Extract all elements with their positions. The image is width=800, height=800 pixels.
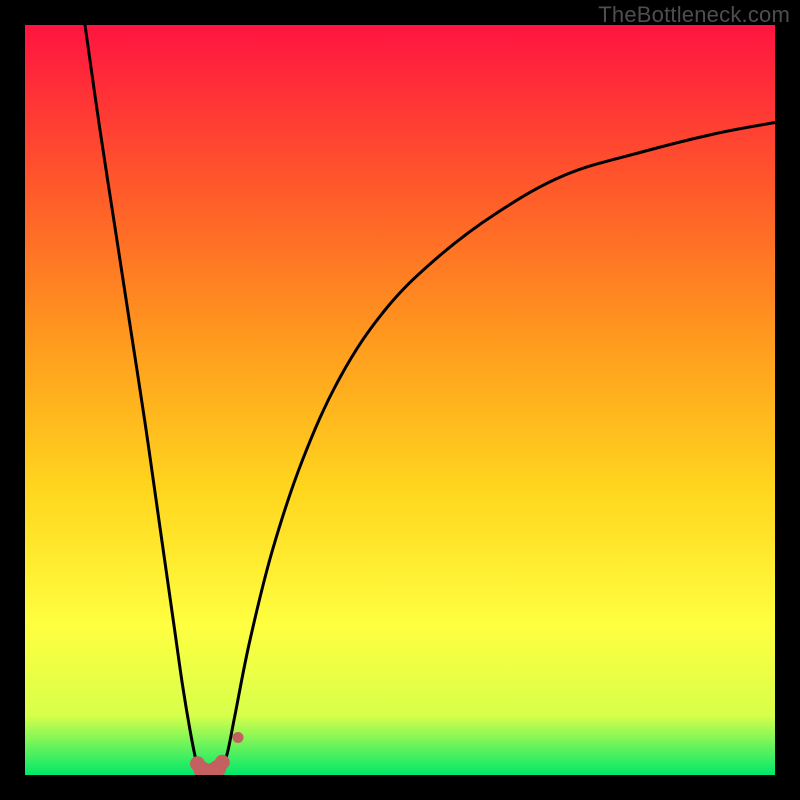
chart-frame: TheBottleneck.com [0, 0, 800, 800]
optimum-marker [233, 733, 243, 743]
watermark-text: TheBottleneck.com [598, 2, 790, 28]
optimum-marker [215, 755, 229, 769]
plot-area [25, 25, 775, 775]
chart-svg [25, 25, 775, 775]
gradient-background [25, 25, 775, 775]
